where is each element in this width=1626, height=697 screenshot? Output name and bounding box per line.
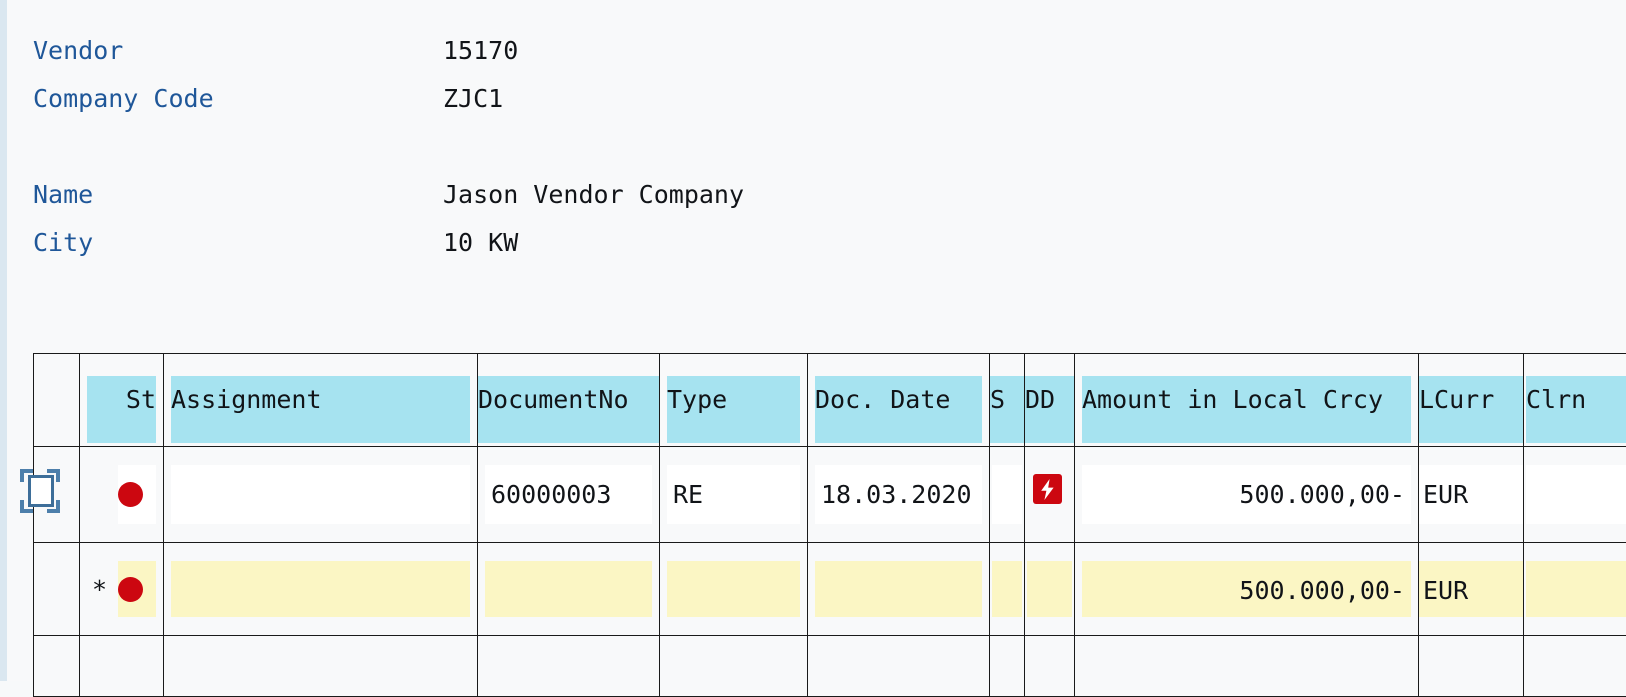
info-row-name: Name Jason Vendor Company: [33, 180, 933, 228]
status-cell-box: [118, 561, 156, 617]
status-red-icon: [118, 577, 143, 602]
status-red-icon: [118, 482, 143, 507]
row-select-cell[interactable]: [34, 447, 80, 543]
cell-amount[interactable]: 500.000,00-: [1075, 447, 1419, 543]
cell-s-value: [992, 465, 1022, 524]
info-value-company-code: ZJC1: [443, 84, 503, 113]
info-row-city: City 10 KW: [33, 228, 933, 276]
subtotal-marker: *: [92, 543, 107, 635]
column-header-amount-label: Amount in Local Crcy: [1082, 376, 1411, 443]
cell-lcurr-value: EUR: [1419, 465, 1523, 524]
cell-dd[interactable]: [1025, 636, 1075, 697]
column-header-doc-date-label: Doc. Date: [815, 376, 982, 443]
cell-assignment[interactable]: [164, 447, 478, 543]
table-row[interactable]: *: [34, 543, 1626, 636]
column-header-type[interactable]: Type: [660, 354, 808, 447]
column-header-st[interactable]: St: [80, 354, 164, 447]
cell-lcurr[interactable]: EUR: [1419, 543, 1524, 636]
cell-documentno[interactable]: [478, 636, 660, 697]
column-header-amount-in-local-crcy[interactable]: Amount in Local Crcy: [1075, 354, 1419, 447]
info-row-company-code: Company Code ZJC1: [33, 84, 933, 132]
cell-amount[interactable]: 500.000,00-: [1075, 543, 1419, 636]
cell-type[interactable]: [660, 636, 808, 697]
cell-assignment-value: [171, 561, 470, 617]
line-item-grid[interactable]: St Assignment DocumentNo Type Doc. Date …: [33, 353, 1626, 697]
info-label-vendor: Vendor: [33, 36, 443, 65]
column-header-lcurr-label: LCurr: [1419, 376, 1523, 443]
cell-st[interactable]: [80, 636, 164, 697]
cell-dd[interactable]: [1025, 447, 1075, 543]
grid-header-row: St Assignment DocumentNo Type Doc. Date …: [34, 354, 1626, 447]
cell-lcurr[interactable]: [1419, 636, 1524, 697]
cell-documentno[interactable]: 60000003: [478, 447, 660, 543]
cell-clrn[interactable]: [1524, 543, 1626, 636]
column-header-s-label: S: [990, 376, 1024, 443]
cell-dd-value: [1027, 561, 1072, 617]
status-cell-box: [118, 465, 156, 524]
column-header-dd[interactable]: DD: [1025, 354, 1075, 447]
cell-doc-date[interactable]: 18.03.2020: [808, 447, 990, 543]
info-label-city: City: [33, 228, 443, 257]
cell-clrn[interactable]: [1524, 447, 1626, 543]
vendor-info-block: Vendor 15170 Company Code ZJC1 Name Jaso…: [33, 36, 933, 276]
info-value-vendor: 15170: [443, 36, 518, 65]
cell-s[interactable]: [990, 636, 1025, 697]
column-header-select[interactable]: [34, 354, 80, 447]
cell-amount[interactable]: [1075, 636, 1419, 697]
cell-documentno[interactable]: [478, 543, 660, 636]
cell-clrn-value: [1526, 465, 1626, 524]
info-value-name: Jason Vendor Company: [443, 180, 744, 209]
column-header-doc-date[interactable]: Doc. Date: [808, 354, 990, 447]
table-row[interactable]: 60000003 RE 18.03.2020: [34, 447, 1626, 543]
cell-clrn-value: [1526, 561, 1626, 617]
cell-assignment[interactable]: [164, 636, 478, 697]
cell-lcurr-value: EUR: [1419, 561, 1523, 617]
info-label-company-code: Company Code: [33, 84, 443, 113]
column-header-clrn-label: Clrn: [1526, 376, 1626, 443]
cell-type-value: [667, 561, 800, 617]
cell-documentno-value: 60000003: [485, 465, 652, 524]
cell-doc-date-value: [815, 561, 982, 617]
cell-amount-value: 500.000,00-: [1082, 561, 1411, 617]
info-value-city: 10 KW: [443, 228, 518, 257]
cell-amount-value: 500.000,00-: [1082, 465, 1411, 524]
column-header-assignment[interactable]: Assignment: [164, 354, 478, 447]
left-edge-rail: [0, 0, 7, 681]
column-header-st-label: St: [87, 376, 156, 443]
row-select-cell[interactable]: [34, 543, 80, 636]
cell-type[interactable]: [660, 543, 808, 636]
column-header-dd-label: DD: [1025, 376, 1074, 443]
cell-doc-date[interactable]: [808, 636, 990, 697]
row-select-cell[interactable]: [34, 636, 80, 697]
cell-assignment-value: [171, 465, 470, 524]
cell-s[interactable]: [990, 447, 1025, 543]
cell-type-value: RE: [667, 465, 800, 524]
cell-s-value: [992, 561, 1022, 617]
info-label-name: Name: [33, 180, 443, 209]
info-row-vendor: Vendor 15170: [33, 36, 933, 84]
cell-s[interactable]: [990, 543, 1025, 636]
cell-lcurr[interactable]: EUR: [1419, 447, 1524, 543]
column-header-lcurr[interactable]: LCurr: [1419, 354, 1524, 447]
column-header-s[interactable]: S: [990, 354, 1025, 447]
cell-dd[interactable]: [1025, 543, 1075, 636]
cell-doc-date[interactable]: [808, 543, 990, 636]
cell-assignment[interactable]: [164, 543, 478, 636]
row-selector-icon[interactable]: [20, 469, 60, 513]
column-header-clrn[interactable]: Clrn: [1524, 354, 1626, 447]
info-row-spacer: [33, 132, 933, 180]
column-header-assignment-label: Assignment: [171, 376, 470, 443]
cell-documentno-value: [485, 561, 652, 617]
column-header-documentno-label: DocumentNo: [478, 376, 659, 443]
cell-type[interactable]: RE: [660, 447, 808, 543]
vendor-line-item-page: Vendor 15170 Company Code ZJC1 Name Jaso…: [7, 0, 1626, 681]
table-row[interactable]: [34, 636, 1626, 697]
cell-st[interactable]: *: [80, 543, 164, 636]
lightning-icon[interactable]: [1033, 474, 1062, 504]
cell-clrn[interactable]: [1524, 636, 1626, 697]
cell-doc-date-value: 18.03.2020: [815, 465, 982, 524]
column-header-documentno[interactable]: DocumentNo: [478, 354, 660, 447]
cell-st[interactable]: [80, 447, 164, 543]
column-header-type-label: Type: [667, 376, 800, 443]
